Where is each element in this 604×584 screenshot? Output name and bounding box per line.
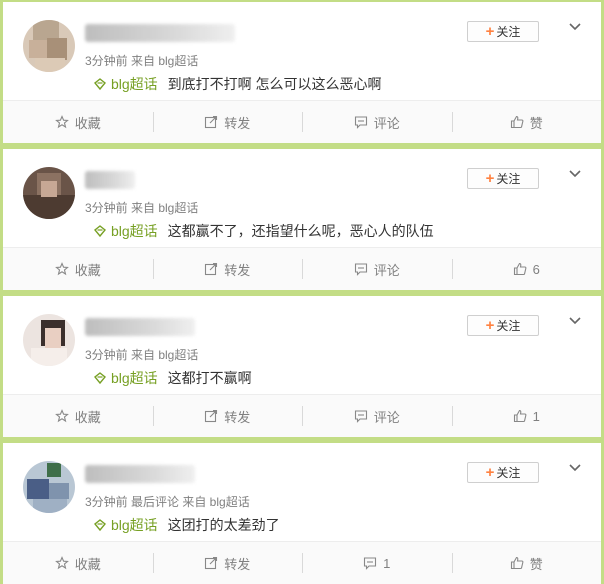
topic-link[interactable]: blg超话 xyxy=(93,76,158,92)
weibo-card: 3分钟前 来自 blg超话 blg超话 这都赢不了，还指望什么呢，恶心人的队伍 … xyxy=(3,149,601,290)
post-text: blg超话 这团打的太差劲了 xyxy=(93,515,280,535)
avatar[interactable] xyxy=(23,314,75,366)
repost-label: 转发 xyxy=(224,115,251,131)
collect-label: 收藏 xyxy=(74,262,101,278)
collect-button[interactable]: 收藏 xyxy=(3,395,153,437)
avatar[interactable] xyxy=(23,461,75,513)
star-icon xyxy=(54,115,69,129)
post-content: 到底打不打啊 怎么可以这么恶心啊 xyxy=(167,76,382,92)
supertopic-icon xyxy=(94,372,106,385)
plus-icon: + xyxy=(485,170,495,187)
supertopic-icon xyxy=(94,225,106,238)
weibo-card: 3分钟前 来自 blg超话 blg超话 到底打不打啊 怎么可以这么恶心啊 + 关注… xyxy=(3,2,601,143)
username[interactable] xyxy=(85,318,195,336)
post-text: blg超话 这都赢不了，还指望什么呢，恶心人的队伍 xyxy=(93,221,434,241)
follow-button[interactable]: + 关注 xyxy=(467,168,539,189)
chevron-down-icon[interactable] xyxy=(568,463,582,473)
post-meta: 3分钟前 最后评论 来自 blg超话 xyxy=(85,495,250,509)
comment-label: 评论 xyxy=(373,262,400,278)
comment-icon xyxy=(354,116,367,129)
follow-button[interactable]: + 关注 xyxy=(467,462,539,483)
post-meta: 3分钟前 来自 blg超话 xyxy=(85,348,199,362)
chevron-down-icon[interactable] xyxy=(568,316,582,326)
plus-icon: + xyxy=(485,23,495,40)
like-button[interactable]: 赞 xyxy=(451,101,602,143)
thumbs-up-icon xyxy=(513,409,527,423)
like-button[interactable]: 1 xyxy=(451,395,602,437)
supertopic-icon xyxy=(94,519,106,532)
collect-label: 收藏 xyxy=(74,115,101,131)
comment-icon xyxy=(354,410,367,423)
comment-icon xyxy=(354,263,367,276)
like-count: 1 xyxy=(532,408,540,424)
comment-button[interactable]: 评论 xyxy=(302,395,452,437)
repost-icon xyxy=(205,115,218,129)
supertopic-icon xyxy=(94,78,106,91)
follow-label: 关注 xyxy=(496,319,521,333)
like-button[interactable]: 6 xyxy=(451,248,602,290)
like-label: 赞 xyxy=(529,115,543,131)
post-text: blg超话 到底打不打啊 怎么可以这么恶心啊 xyxy=(93,74,381,94)
follow-button[interactable]: + 关注 xyxy=(467,315,539,336)
post-meta: 3分钟前 来自 blg超话 xyxy=(85,201,199,215)
topic-link[interactable]: blg超话 xyxy=(93,517,158,533)
comment-button[interactable]: 评论 xyxy=(302,101,452,143)
plus-icon: + xyxy=(485,464,495,481)
repost-label: 转发 xyxy=(224,409,251,425)
post-content: 这都赢不了，还指望什么呢，恶心人的队伍 xyxy=(167,223,434,239)
thumbs-up-icon xyxy=(510,556,524,570)
post-meta: 3分钟前 来自 blg超话 xyxy=(85,54,199,68)
follow-label: 关注 xyxy=(496,25,521,39)
weibo-card: 3分钟前 最后评论 来自 blg超话 blg超话 这团打的太差劲了 + 关注 收藏… xyxy=(3,443,601,584)
action-bar: 收藏 转发 评论 1 xyxy=(3,394,601,437)
repost-label: 转发 xyxy=(224,262,251,278)
chevron-down-icon[interactable] xyxy=(568,22,582,32)
topic-label: blg超话 xyxy=(111,370,158,386)
repost-button[interactable]: 转发 xyxy=(152,248,303,290)
star-icon xyxy=(54,262,69,276)
repost-button[interactable]: 转发 xyxy=(152,395,303,437)
comment-count: 1 xyxy=(383,555,391,571)
username[interactable] xyxy=(85,465,195,483)
plus-icon: + xyxy=(485,317,495,334)
weibo-card: 3分钟前 来自 blg超话 blg超话 这都打不赢啊 + 关注 收藏 转发 评论 … xyxy=(3,296,601,437)
comment-label: 评论 xyxy=(373,115,400,131)
username[interactable] xyxy=(85,171,135,189)
repost-label: 转发 xyxy=(224,556,251,572)
star-icon xyxy=(54,409,69,423)
topic-label: blg超话 xyxy=(111,517,158,533)
collect-label: 收藏 xyxy=(74,409,101,425)
topic-link[interactable]: blg超话 xyxy=(93,370,158,386)
post-content: 这都打不赢啊 xyxy=(167,370,252,386)
collect-button[interactable]: 收藏 xyxy=(3,101,153,143)
topic-label: blg超话 xyxy=(111,76,158,92)
topic-link[interactable]: blg超话 xyxy=(93,223,158,239)
comment-button[interactable]: 评论 xyxy=(302,248,452,290)
follow-label: 关注 xyxy=(496,466,521,480)
follow-button[interactable]: + 关注 xyxy=(467,21,539,42)
thumbs-up-icon xyxy=(513,262,527,276)
topic-label: blg超话 xyxy=(111,223,158,239)
star-icon xyxy=(54,556,69,570)
post-content: 这团打的太差劲了 xyxy=(167,517,280,533)
chevron-down-icon[interactable] xyxy=(568,169,582,179)
follow-label: 关注 xyxy=(496,172,521,186)
repost-icon xyxy=(205,409,218,423)
repost-button[interactable]: 转发 xyxy=(152,101,303,143)
username[interactable] xyxy=(85,24,235,42)
action-bar: 收藏 转发 评论 赞 xyxy=(3,100,601,143)
collect-button[interactable]: 收藏 xyxy=(3,248,153,290)
comment-label: 评论 xyxy=(373,409,400,425)
post-text: blg超话 这都打不赢啊 xyxy=(93,368,252,388)
like-label: 赞 xyxy=(529,556,543,572)
repost-icon xyxy=(205,262,218,276)
like-count: 6 xyxy=(532,261,540,277)
avatar[interactable] xyxy=(23,20,75,72)
action-bar: 收藏 转发 评论 6 xyxy=(3,247,601,290)
comment-icon xyxy=(364,557,377,570)
collect-label: 收藏 xyxy=(74,556,101,572)
repost-icon xyxy=(205,556,218,570)
avatar[interactable] xyxy=(23,167,75,219)
thumbs-up-icon xyxy=(510,115,524,129)
